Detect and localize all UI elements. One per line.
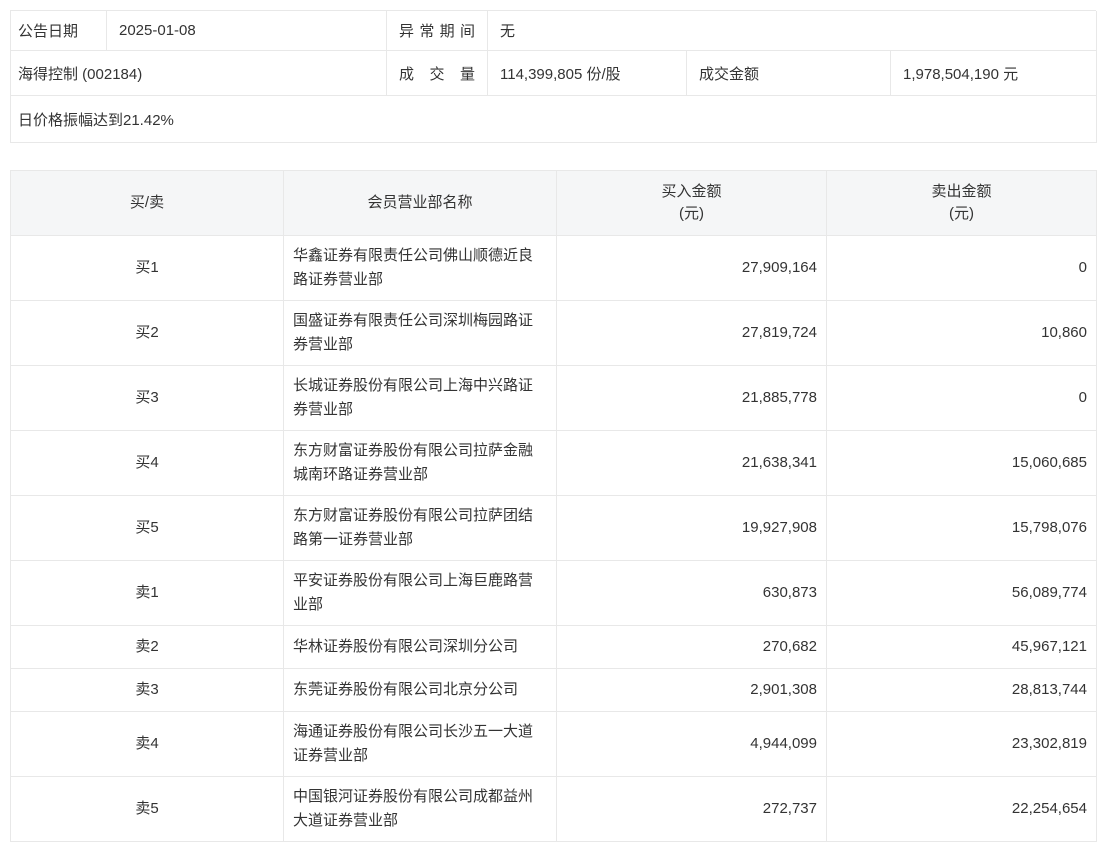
side-cell: 买3 [10,365,284,431]
sell-amount-cell: 23,302,819 [826,711,1097,777]
stock-info-panel: 公告日期 2025-01-08 异常期间 无 海得控制 (002184) 成交量… [10,10,1097,143]
side-cell: 卖4 [10,711,284,777]
broker-cell: 国盛证券有限责任公司深圳梅园路证券营业部 [283,300,557,366]
turnover-value: 1,978,504,190 元 [891,51,1097,96]
listing-reason-note-text: 日价格振幅达到21.42% [18,111,174,129]
buy-amount-cell: 27,909,164 [556,235,827,301]
sell-amount-cell: 22,254,654 [826,776,1097,842]
broker-cell: 东莞证券股份有限公司北京分公司 [283,668,557,712]
column-header-side: 买/卖 [10,170,284,236]
broker-cell: 海通证券股份有限公司长沙五一大道证券营业部 [283,711,557,777]
broker-cell: 华鑫证券有限责任公司佛山顺德近良路证券营业部 [283,235,557,301]
turnover-label: 成交金额 [687,51,891,96]
broker-cell: 中国银河证券股份有限公司成都益州大道证券营业部 [283,776,557,842]
sell-amount-cell: 28,813,744 [826,668,1097,712]
sell-amount-cell: 10,860 [826,300,1097,366]
turnover-label-text: 成交金额 [699,65,760,83]
announcement-date-label: 公告日期 [11,11,107,51]
table-row: 买4 东方财富证券股份有限公司拉萨金融城南环路证券营业部 21,638,341 … [10,430,1097,496]
table-row: 卖1 平安证券股份有限公司上海巨鹿路营业部 630,873 56,089,774 [10,560,1097,626]
announcement-date-value: 2025-01-08 [107,11,387,51]
table-row: 买5 东方财富证券股份有限公司拉萨团结路第一证券营业部 19,927,908 1… [10,495,1097,561]
sell-amount-cell: 0 [826,365,1097,431]
side-cell: 卖1 [10,560,284,626]
side-cell: 买5 [10,495,284,561]
sell-amount-cell: 15,798,076 [826,495,1097,561]
side-cell: 买4 [10,430,284,496]
table-row: 卖4 海通证券股份有限公司长沙五一大道证券营业部 4,944,099 23,30… [10,711,1097,777]
broker-cell: 东方财富证券股份有限公司拉萨团结路第一证券营业部 [283,495,557,561]
broker-cell: 长城证券股份有限公司上海中兴路证券营业部 [283,365,557,431]
side-cell: 卖5 [10,776,284,842]
broker-cell: 平安证券股份有限公司上海巨鹿路营业部 [283,560,557,626]
table-row: 买2 国盛证券有限责任公司深圳梅园路证券营业部 27,819,724 10,86… [10,300,1097,366]
side-cell: 买2 [10,300,284,366]
column-header-buy-line2: (元) [679,205,704,222]
stock-name: 海得控制 (002184) [11,51,387,96]
abnormal-period-value: 无 [488,11,1097,51]
volume-label: 成交量 [387,51,488,96]
volume-value: 114,399,805 份/股 [488,51,687,96]
column-header-broker-text: 会员营业部名称 [367,194,473,211]
buy-amount-cell: 630,873 [556,560,827,626]
volume-value-text: 114,399,805 份/股 [500,65,621,83]
abnormal-period-label-text: 异常期间 [399,23,475,40]
buy-amount-cell: 21,885,778 [556,365,827,431]
column-header-broker: 会员营业部名称 [283,170,557,236]
table-header-row: 买/卖 会员营业部名称 买入金额 (元) 卖出金额 (元) [10,170,1097,236]
sell-amount-cell: 56,089,774 [826,560,1097,626]
buy-amount-cell: 27,819,724 [556,300,827,366]
buy-amount-cell: 21,638,341 [556,430,827,496]
column-header-sell-amount: 卖出金额 (元) [826,170,1097,236]
sell-amount-cell: 45,967,121 [826,625,1097,669]
column-header-side-text: 买/卖 [129,194,165,211]
broker-cell: 东方财富证券股份有限公司拉萨金融城南环路证券营业部 [283,430,557,496]
table-header: 买/卖 会员营业部名称 买入金额 (元) 卖出金额 (元) [10,170,1097,236]
announcement-date-value-text: 2025-01-08 [119,22,196,39]
buy-amount-cell: 2,901,308 [556,668,827,712]
abnormal-period-value-text: 无 [500,23,516,40]
buy-amount-cell: 272,737 [556,776,827,842]
table-row: 卖3 东莞证券股份有限公司北京分公司 2,901,308 28,813,744 [10,668,1097,712]
column-header-sell-line2: (元) [949,205,974,222]
buy-amount-cell: 4,944,099 [556,711,827,777]
volume-label-text: 成交量 [399,65,475,83]
buy-amount-cell: 19,927,908 [556,495,827,561]
abnormal-period-label: 异常期间 [387,11,488,51]
sell-amount-cell: 15,060,685 [826,430,1097,496]
side-cell: 卖2 [10,625,284,669]
table-row: 买1 华鑫证券有限责任公司佛山顺德近良路证券营业部 27,909,164 0 [10,235,1097,301]
column-header-sell-line1: 卖出金额 [931,183,992,200]
broker-cell: 华林证券股份有限公司深圳分公司 [283,625,557,669]
announcement-date-label-text: 公告日期 [18,23,79,40]
listing-reason-note: 日价格振幅达到21.42% [11,96,1097,143]
column-header-buy-amount: 买入金额 (元) [556,170,827,236]
table-row: 买3 长城证券股份有限公司上海中兴路证券营业部 21,885,778 0 [10,365,1097,431]
side-cell: 买1 [10,235,284,301]
table-row: 卖2 华林证券股份有限公司深圳分公司 270,682 45,967,121 [10,625,1097,669]
table-row: 卖5 中国银河证券股份有限公司成都益州大道证券营业部 272,737 22,25… [10,776,1097,842]
table-body: 买1 华鑫证券有限责任公司佛山顺德近良路证券营业部 27,909,164 0 买… [10,235,1097,842]
buy-amount-cell: 270,682 [556,625,827,669]
stock-name-text: 海得控制 (002184) [18,65,143,83]
column-header-buy-line1: 买入金额 [661,183,722,200]
side-cell: 卖3 [10,668,284,712]
sell-amount-cell: 0 [826,235,1097,301]
turnover-value-text: 1,978,504,190 元 [903,65,1019,83]
broker-seats-table: 买/卖 会员营业部名称 买入金额 (元) 卖出金额 (元) 买1 华鑫证券有限责… [10,170,1097,842]
